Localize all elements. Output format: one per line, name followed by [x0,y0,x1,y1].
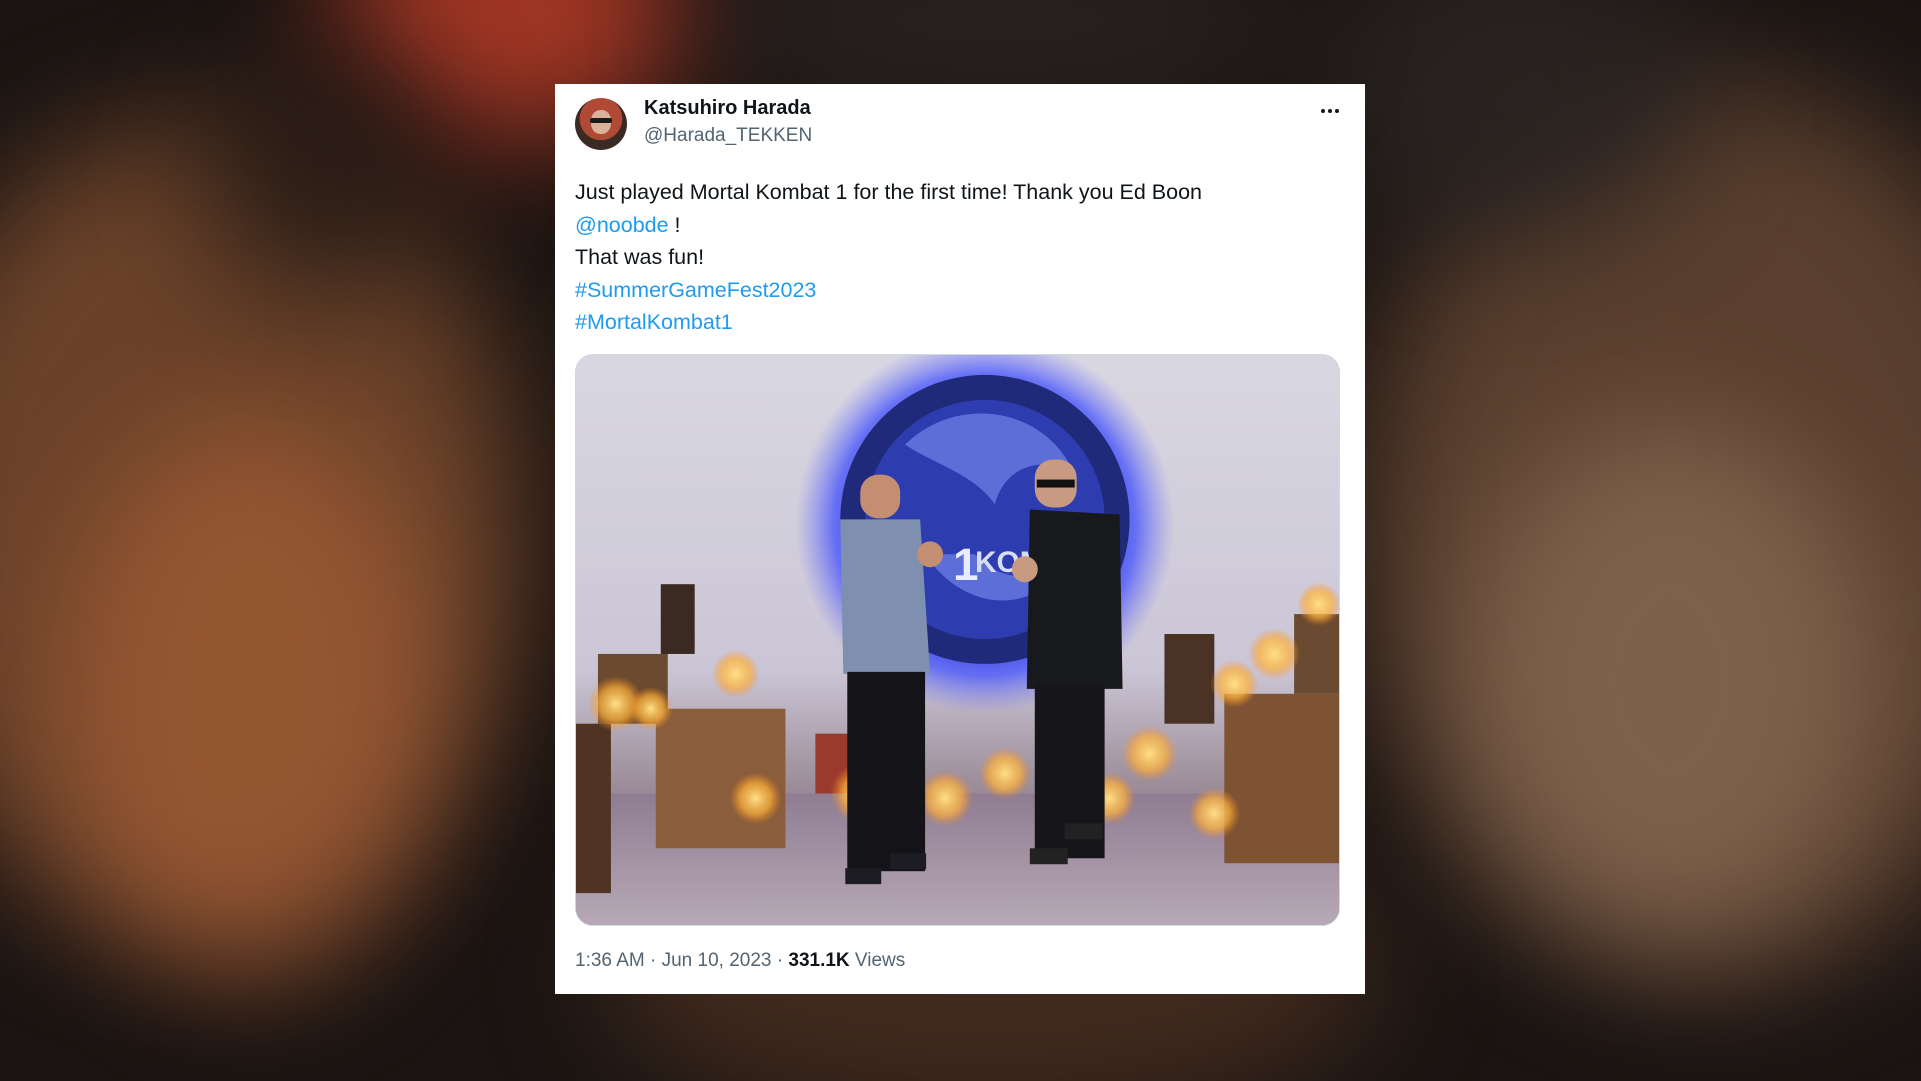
tweet-text-line: That was fun! [575,245,705,269]
hashtag-link[interactable]: #MortalKombat1 [575,306,1345,339]
tweet-text: Just played Mortal Kombat 1 for the firs… [575,176,1345,339]
more-horizontal-icon[interactable] [1315,100,1345,122]
views-label: Views [849,950,906,971]
separator: · [771,950,789,971]
hashtag-link[interactable]: #SummerGameFest2023 [575,274,1345,307]
tweet-mention-line: @noobde ! [575,209,1345,242]
tweet-card: Katsuhiro Harada @Harada_TEKKEN Just pla… [555,84,1365,994]
tweet-time[interactable]: 1:36 AM [575,950,645,971]
mention-suffix: ! [668,212,681,237]
tweet-photo[interactable]: KOMB 1 [575,354,1340,926]
views-count: 331.1K [788,950,850,971]
separator: · [644,950,662,971]
author-name[interactable]: Katsuhiro Harada [644,97,811,120]
photo-illustration: KOMB 1 [576,355,1339,925]
logo-numeral: 1 [953,538,979,590]
tweet-meta: 1:36 AM · Jun 10, 2023 · 331.1K Views [575,950,905,972]
tweet-text-line: Just played Mortal Kombat 1 for the firs… [575,180,1202,204]
avatar[interactable] [575,98,627,150]
mention-link[interactable]: @noobde [575,213,669,237]
tweet-date[interactable]: Jun 10, 2023 [662,950,772,971]
author-handle[interactable]: @Harada_TEKKEN [644,125,812,147]
